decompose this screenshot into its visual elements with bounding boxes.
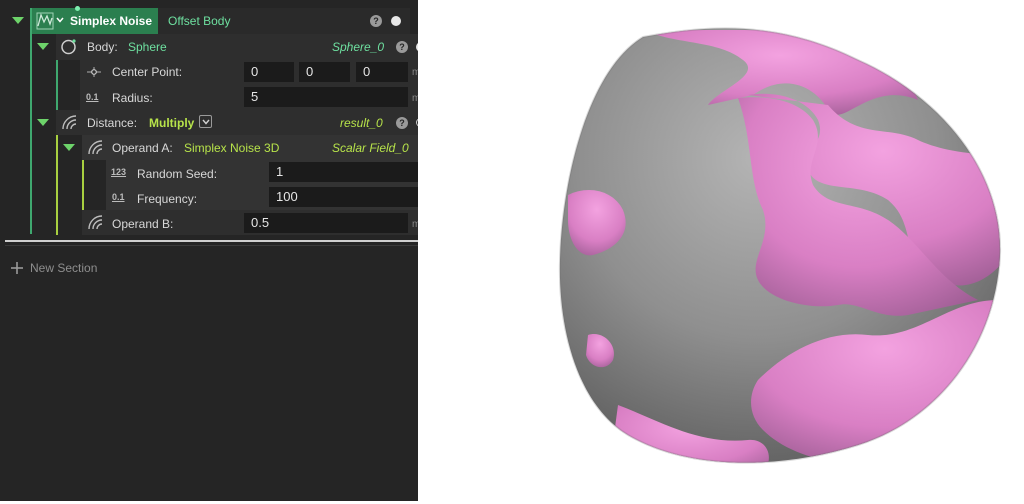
section-divider-shadow: [5, 245, 418, 246]
distance-output: result_0: [340, 116, 383, 130]
plus-icon: [11, 262, 23, 274]
output-port-icon[interactable]: [391, 16, 401, 26]
radius-input[interactable]: 5: [244, 87, 408, 107]
help-icon[interactable]: ?: [396, 41, 408, 53]
decimal-icon: 0.1: [112, 192, 125, 202]
integer-icon: 123: [111, 167, 127, 177]
operand-a-output: Scalar Field_0: [332, 141, 409, 155]
noise-sphere-render: [558, 27, 1002, 464]
frequency-input[interactable]: 100: [269, 187, 433, 207]
help-icon[interactable]: ?: [396, 117, 408, 129]
body-type[interactable]: Sphere: [128, 39, 167, 55]
body-label: Body:: [87, 40, 118, 54]
distance-operation[interactable]: Multiply: [149, 115, 194, 131]
collapse-body-icon[interactable]: [37, 43, 49, 50]
root-node-output: Offset Body: [168, 14, 231, 28]
properties-panel: Simplex Noise Offset Body ? Body: Sphere…: [0, 0, 460, 501]
center-point-x-input[interactable]: 0: [244, 62, 294, 82]
distance-label: Distance:: [87, 116, 138, 130]
noise-node-icon: [36, 12, 54, 30]
collapse-root-icon[interactable]: [12, 17, 24, 24]
operand-a-label: Operand A:: [112, 141, 173, 155]
chevron-down-icon: [202, 119, 210, 125]
body-tree-line: [56, 60, 58, 110]
point-icon: [87, 67, 101, 77]
center-point-y-input[interactable]: 0: [299, 62, 350, 82]
operand-a-tree-line: [82, 160, 84, 210]
help-icon[interactable]: ?: [370, 15, 382, 27]
chevron-down-icon[interactable]: [56, 17, 64, 23]
field-icon: [88, 140, 103, 155]
random-seed-input[interactable]: 1: [269, 162, 433, 182]
center-point-z-input[interactable]: 0: [356, 62, 408, 82]
root-node-title: Simplex Noise: [70, 14, 153, 28]
body-output: Sphere_0: [332, 40, 385, 54]
section-divider: [5, 240, 418, 242]
3d-viewport[interactable]: [418, 0, 1024, 501]
field-icon: [88, 215, 103, 230]
sphere-icon: [61, 39, 76, 55]
field-icon: [62, 115, 77, 130]
operand-b-input[interactable]: 0.5: [244, 213, 408, 233]
root-tree-line: [30, 8, 32, 234]
operand-a-type[interactable]: Simplex Noise 3D: [184, 140, 279, 156]
new-section-label: New Section: [30, 261, 98, 275]
distance-tree-line: [56, 135, 58, 235]
node-status-dot: [75, 6, 80, 11]
root-node-header[interactable]: Simplex Noise: [32, 6, 158, 34]
operand-b-label: Operand B:: [112, 217, 174, 231]
frequency-label: Frequency:: [137, 192, 198, 206]
decimal-icon: 0.1: [86, 92, 99, 102]
collapse-distance-icon[interactable]: [37, 119, 49, 126]
collapse-operand-a-icon[interactable]: [63, 144, 75, 151]
operation-dropdown[interactable]: [199, 115, 212, 128]
random-seed-label: Random Seed:: [137, 167, 218, 181]
radius-label: Radius:: [112, 91, 153, 105]
new-section-button[interactable]: New Section: [10, 259, 110, 277]
center-point-label: Center Point:: [112, 65, 183, 79]
